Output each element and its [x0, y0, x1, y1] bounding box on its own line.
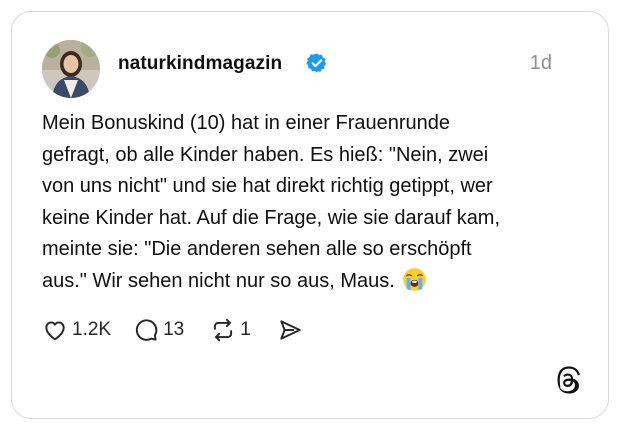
repost-count: 1 — [240, 319, 251, 340]
reply-count: 13 — [163, 319, 185, 340]
repost-button[interactable]: 1 — [210, 317, 251, 343]
avatar-image — [42, 40, 100, 98]
action-bar: 1.2K 13 1 — [42, 315, 303, 345]
username[interactable]: naturkindmagazin — [118, 53, 282, 75]
like-count: 1.2K — [72, 319, 112, 340]
like-button[interactable]: 1.2K — [42, 317, 111, 343]
share-button[interactable] — [277, 317, 303, 343]
speech-bubble-icon — [135, 319, 158, 341]
repost-icon — [214, 318, 233, 342]
verified-badge-icon — [306, 53, 327, 73]
heart-icon — [45, 321, 65, 341]
send-icon — [280, 320, 301, 340]
avatar[interactable] — [42, 40, 100, 98]
post-timestamp: 1d — [529, 52, 552, 74]
threads-logo-icon[interactable] — [553, 366, 581, 394]
reply-button[interactable]: 13 — [133, 317, 184, 343]
post-card: naturkindmagazin 1d Mein Bonuskind (10) … — [11, 11, 609, 419]
post-text: Mein Bonuskind (10) hat in einer Frauenr… — [42, 108, 582, 297]
loudly-crying-face-icon — [403, 267, 427, 291]
post-body: Mein Bonuskind (10) hat in einer Frauenr… — [42, 112, 501, 292]
